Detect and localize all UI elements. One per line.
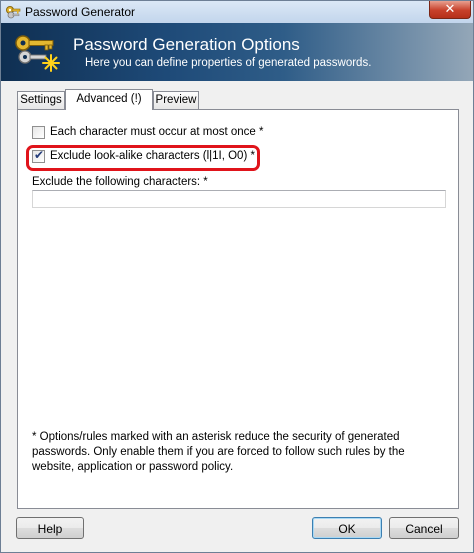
- cancel-button[interactable]: Cancel: [389, 517, 459, 539]
- exclude-chars-label: Exclude the following characters: *: [32, 176, 208, 188]
- header-banner: Password Generation Options Here you can…: [1, 23, 473, 81]
- advanced-tab-panel: Each character must occur at most once *…: [17, 109, 459, 509]
- keys-sparkle-icon: [15, 35, 60, 72]
- tab-settings[interactable]: Settings: [17, 91, 65, 109]
- ok-button[interactable]: OK: [312, 517, 382, 539]
- close-button[interactable]: ✕: [429, 1, 471, 19]
- checkmark-icon: ✔: [34, 148, 45, 162]
- title-bar[interactable]: Password Generator ✕: [1, 1, 473, 23]
- banner-title: Password Generation Options: [73, 35, 300, 54]
- exclude-lookalike-checkbox[interactable]: ✔: [32, 148, 45, 163]
- keys-icon: [6, 6, 21, 19]
- password-generator-window: Password Generator ✕ Password Generation…: [0, 0, 474, 553]
- window-title: Password Generator: [25, 5, 136, 19]
- banner-subtitle: Here you can define properties of genera…: [85, 57, 372, 69]
- tab-advanced[interactable]: Advanced (!): [65, 89, 153, 110]
- each-once-label: Each character must occur at most once *: [50, 126, 264, 138]
- security-footnote: * Options/rules marked with an asterisk …: [32, 431, 405, 473]
- close-icon: ✕: [444, 2, 456, 17]
- each-once-checkbox[interactable]: [32, 126, 45, 139]
- exclude-lookalike-label: Exclude look-alike characters (l|1I, O0)…: [50, 150, 255, 162]
- help-button[interactable]: Help: [16, 517, 84, 539]
- tab-preview[interactable]: Preview: [153, 91, 199, 109]
- exclude-chars-input[interactable]: [32, 190, 446, 208]
